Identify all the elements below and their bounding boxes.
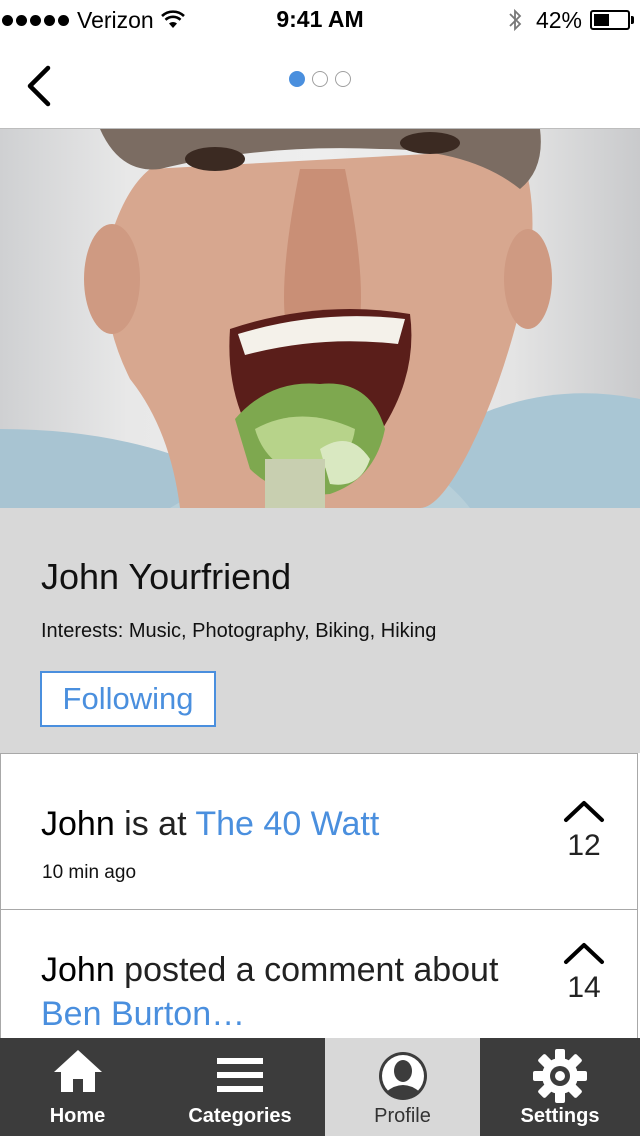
home-icon <box>53 1050 102 1092</box>
tab-home[interactable]: Home <box>0 1038 155 1136</box>
feed-actor[interactable]: John <box>41 951 115 989</box>
profile-photo <box>0 129 640 508</box>
feed-person-link[interactable]: Ben Burton… <box>41 995 245 1033</box>
profile-interests: Interests: Music, Photography, Biking, H… <box>41 620 437 642</box>
tab-profile[interactable]: Profile <box>325 1038 480 1136</box>
feed-place-link[interactable]: The 40 Watt <box>195 805 379 843</box>
feed-item-text: John is at The 40 Watt <box>41 802 379 846</box>
chevron-up-icon <box>564 801 604 822</box>
page-indicator[interactable] <box>0 71 640 87</box>
tab-settings[interactable]: Settings <box>480 1038 640 1136</box>
chevron-up-icon <box>564 943 604 964</box>
page-dot[interactable] <box>335 71 351 87</box>
feed-item[interactable]: John posted a comment about Ben Burton… … <box>0 909 638 1049</box>
feed-item[interactable]: John is at The 40 Watt 10 min ago 12 <box>0 753 638 910</box>
upvote-button[interactable]: 12 <box>562 798 606 863</box>
navigation-bar <box>0 40 640 129</box>
feed-item-time: 10 min ago <box>42 862 137 883</box>
upvote-count: 12 <box>567 829 601 862</box>
bluetooth-icon <box>509 8 522 32</box>
battery-percent: 42% <box>535 6 582 33</box>
upvote-count: 14 <box>567 971 601 1004</box>
profile-icon <box>378 1052 427 1100</box>
status-bar: Verizon 9:41 AM 42% <box>0 0 640 40</box>
feed-verb: posted a comment about <box>114 951 499 989</box>
battery-fill <box>594 14 610 26</box>
tab-settings-label: Settings <box>520 1105 600 1127</box>
menu-icon <box>217 1058 263 1092</box>
gear-icon <box>533 1049 587 1103</box>
feed-verb: is at <box>114 805 196 843</box>
profile-photo-illustration <box>0 129 640 508</box>
feed-item-text: John posted a comment about Ben Burton… <box>41 948 511 1036</box>
tab-home-label: Home <box>49 1105 106 1127</box>
battery-icon <box>590 10 634 30</box>
tab-bar: Home Categories Profile Settings <box>0 1038 640 1136</box>
upvote-button[interactable]: 14 <box>562 940 606 1005</box>
profile-name: John Yourfriend <box>41 556 292 597</box>
tab-categories[interactable]: Categories <box>155 1038 325 1136</box>
activity-feed: John is at The 40 Watt 10 min ago 12 Joh… <box>0 753 640 1049</box>
following-button[interactable]: Following <box>40 671 216 727</box>
tab-categories-label: Categories <box>188 1105 292 1127</box>
status-right: 42% <box>508 6 634 34</box>
tab-profile-label: Profile <box>374 1105 431 1127</box>
page-dot[interactable] <box>312 71 328 87</box>
page-dot[interactable] <box>289 71 305 87</box>
profile-info: John Yourfriend Interests: Music, Photog… <box>0 508 640 753</box>
feed-actor[interactable]: John <box>41 805 115 843</box>
